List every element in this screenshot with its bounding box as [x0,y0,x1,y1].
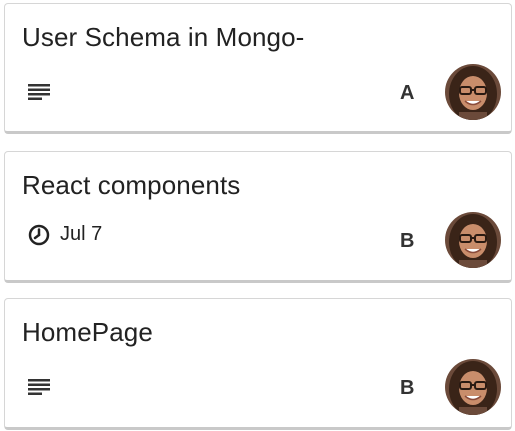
due-date-text: Jul 7 [60,223,103,245]
card-react-components[interactable]: React components Jul 7 B [4,151,512,283]
card-user-schema[interactable]: User Schema in Mongo- A [4,3,512,134]
description-icon [28,379,50,395]
member-avatar[interactable] [445,212,501,268]
card-list: User Schema in Mongo- A React components [0,0,515,431]
member-avatar[interactable] [445,359,501,415]
avatar-face-icon [445,64,501,120]
member-initials[interactable]: B [400,230,414,253]
card-title: React components [22,170,241,200]
avatar-face-icon [445,359,501,415]
card-title: HomePage [22,317,153,347]
member-initials[interactable]: B [400,377,414,400]
member-avatar[interactable] [445,64,501,120]
due-date-badge[interactable]: Jul 7 [28,223,102,246]
avatar-face-icon [445,212,501,268]
card-title: User Schema in Mongo- [22,22,305,52]
clock-icon [28,224,50,245]
member-initials[interactable]: A [400,82,414,105]
card-homepage[interactable]: HomePage B [4,298,512,430]
description-icon [28,84,50,100]
